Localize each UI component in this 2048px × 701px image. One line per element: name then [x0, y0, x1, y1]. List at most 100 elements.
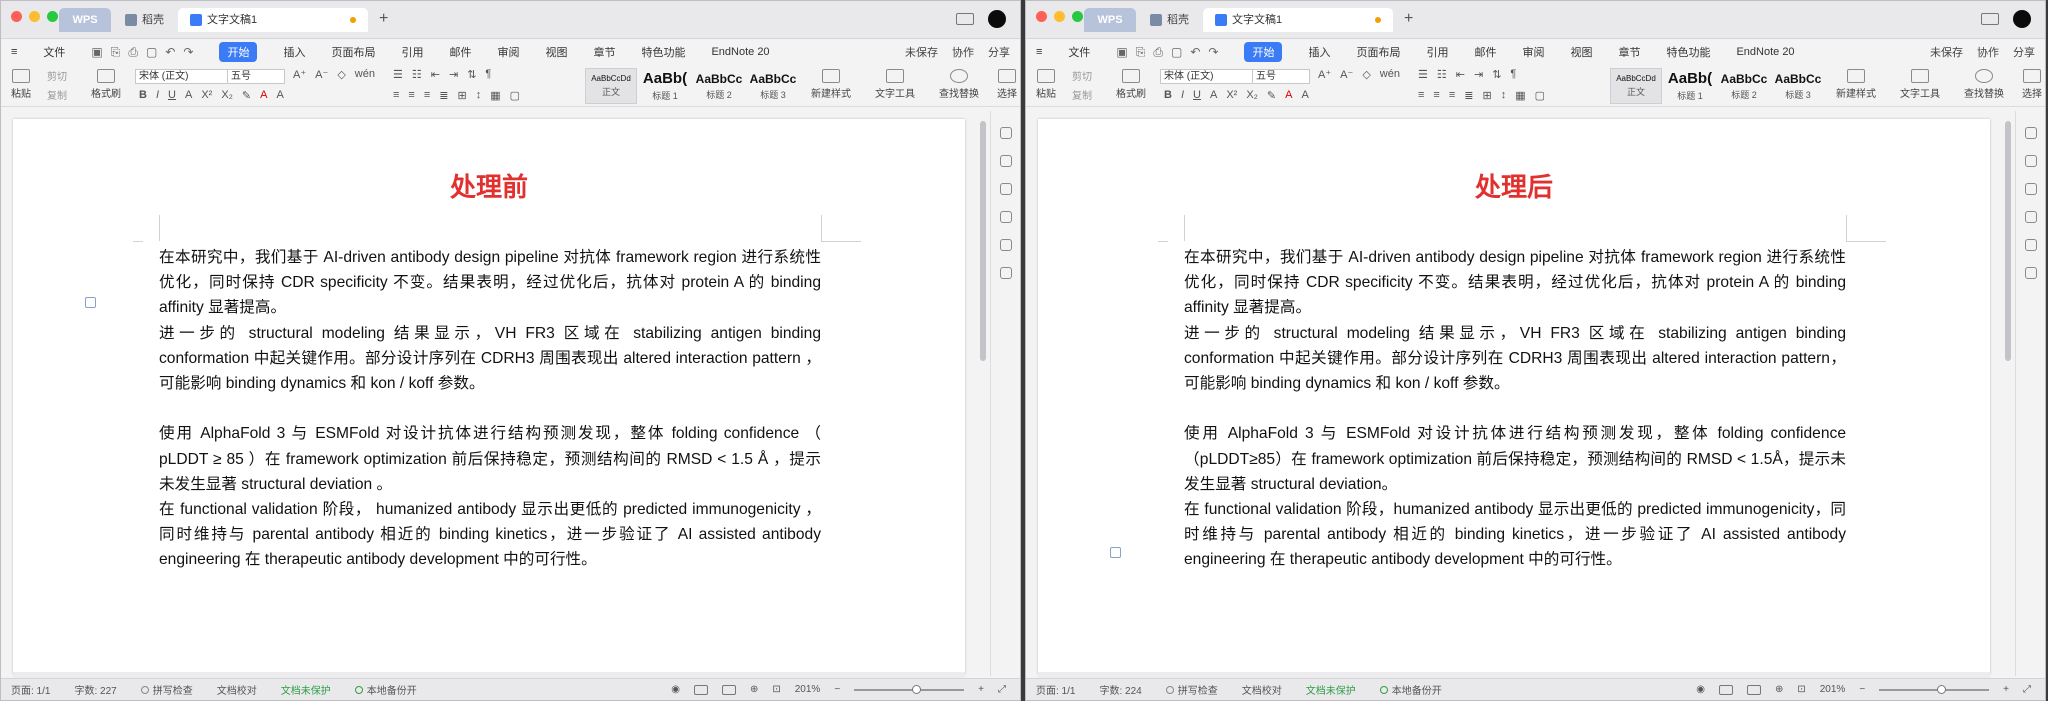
- maximize-window-button[interactable]: [47, 11, 58, 22]
- distribute-icon[interactable]: ⊞: [1482, 89, 1491, 102]
- outline-view-icon[interactable]: [721, 684, 736, 695]
- export-icon[interactable]: ⎘: [1136, 45, 1146, 60]
- strikethrough-icon[interactable]: A: [1210, 89, 1217, 102]
- menu-section[interactable]: 章节: [1618, 44, 1640, 60]
- menu-review[interactable]: 审阅: [497, 44, 519, 60]
- menu-endnote[interactable]: EndNote 20: [711, 46, 769, 58]
- select-button[interactable]: 选择: [2022, 69, 2042, 100]
- line-spacing-icon[interactable]: ↕: [1501, 89, 1507, 102]
- paste-options-icon[interactable]: [1110, 547, 1121, 558]
- eye-protect-icon[interactable]: ◉: [671, 684, 680, 695]
- decrease-indent-icon[interactable]: ⇤: [1456, 68, 1465, 81]
- cut-button[interactable]: 剪切: [47, 68, 67, 83]
- menu-home[interactable]: 开始: [219, 42, 258, 62]
- menu-view[interactable]: 视图: [1570, 44, 1592, 60]
- side-tool-icon[interactable]: [2024, 211, 2037, 223]
- sort-icon[interactable]: ⇅: [1492, 68, 1501, 81]
- menu-view[interactable]: 视图: [545, 44, 567, 60]
- zoom-level[interactable]: 201%: [795, 684, 821, 695]
- menu-page-layout[interactable]: 页面布局: [1356, 44, 1400, 60]
- menu-mailings[interactable]: 邮件: [449, 44, 471, 60]
- align-left-icon[interactable]: ≡: [393, 89, 399, 102]
- sort-icon[interactable]: ⇅: [467, 68, 476, 81]
- save-icon[interactable]: ▣: [91, 45, 102, 60]
- fit-page-icon[interactable]: ⊡: [772, 684, 780, 695]
- distribute-icon[interactable]: ⊞: [457, 89, 466, 102]
- text-tools-button[interactable]: 文字工具: [1900, 69, 1940, 100]
- unsaved-status[interactable]: 未保存: [905, 44, 938, 60]
- side-tool-icon[interactable]: [2024, 183, 2037, 195]
- print-icon[interactable]: ⎙: [1153, 45, 1163, 60]
- menu-file[interactable]: 文件: [43, 44, 65, 60]
- align-center-icon[interactable]: ≡: [1433, 89, 1439, 102]
- collaborate-button[interactable]: 协作: [1977, 44, 1999, 60]
- fit-page-icon[interactable]: ⊡: [1797, 684, 1805, 695]
- highlight-icon[interactable]: ✎: [242, 89, 251, 102]
- tab-daoke[interactable]: 稻壳: [113, 8, 176, 32]
- hamburger-icon[interactable]: ≡: [1036, 46, 1042, 58]
- menu-section[interactable]: 章节: [593, 44, 615, 60]
- clear-format-icon[interactable]: ◇: [1362, 68, 1370, 81]
- menu-features[interactable]: 特色功能: [1666, 44, 1710, 60]
- decrease-indent-icon[interactable]: ⇤: [431, 68, 440, 81]
- zoom-slider[interactable]: [1879, 684, 1990, 694]
- zoom-in-button[interactable]: +: [978, 684, 984, 695]
- document-protection[interactable]: 文档未保护: [281, 682, 331, 697]
- new-tab-button[interactable]: +: [1404, 10, 1413, 28]
- spell-check[interactable]: 拼写检查: [1165, 682, 1218, 697]
- vertical-scrollbar[interactable]: [980, 111, 988, 676]
- scroll-thumb[interactable]: [2005, 121, 2011, 361]
- copy-button[interactable]: 复制: [1072, 87, 1092, 102]
- preview-icon[interactable]: ▢: [1171, 45, 1182, 60]
- zoom-level[interactable]: 201%: [1820, 684, 1846, 695]
- font-color-icon[interactable]: A: [260, 89, 267, 102]
- increase-indent-icon[interactable]: ⇥: [449, 68, 458, 81]
- side-tool-icon[interactable]: [2024, 127, 2037, 139]
- save-icon[interactable]: ▣: [1116, 45, 1127, 60]
- tab-wps[interactable]: WPS: [1084, 8, 1136, 32]
- style-heading-3[interactable]: AaBbCc 标题 3: [1772, 68, 1824, 104]
- eye-protect-icon[interactable]: ◉: [1696, 684, 1705, 695]
- outline-view-icon[interactable]: [1746, 684, 1761, 695]
- word-count[interactable]: 字数: 224: [1099, 682, 1141, 697]
- cut-button[interactable]: 剪切: [1072, 68, 1092, 83]
- text-tools-button[interactable]: 文字工具: [875, 69, 915, 100]
- increase-indent-icon[interactable]: ⇥: [1474, 68, 1483, 81]
- style-heading-2[interactable]: AaBbCc 标题 2: [693, 68, 745, 104]
- local-backup[interactable]: 本地备份开: [354, 682, 417, 697]
- highlight-icon[interactable]: ✎: [1267, 89, 1276, 102]
- redo-icon[interactable]: ↷: [1208, 45, 1218, 60]
- share-button[interactable]: 分享: [988, 44, 1010, 60]
- page-view-icon[interactable]: [1718, 684, 1733, 695]
- spell-check[interactable]: 拼写检查: [140, 682, 193, 697]
- vertical-scrollbar[interactable]: [2005, 111, 2013, 676]
- zoom-slider[interactable]: [854, 684, 965, 694]
- justify-icon[interactable]: ≣: [1464, 89, 1473, 102]
- undo-icon[interactable]: ↶: [1190, 45, 1200, 60]
- style-heading-1[interactable]: AaBb(标题 1: [639, 68, 691, 104]
- menu-page-layout[interactable]: 页面布局: [331, 44, 375, 60]
- style-heading-3[interactable]: AaBbCc 标题 3: [747, 68, 799, 104]
- borders-icon[interactable]: ▢: [510, 89, 520, 102]
- menu-references[interactable]: 引用: [1426, 44, 1448, 60]
- paste-button[interactable]: 粘贴: [11, 69, 31, 100]
- subscript-icon[interactable]: X₂: [1246, 89, 1258, 102]
- close-window-button[interactable]: [11, 11, 22, 22]
- menu-insert[interactable]: 插入: [283, 44, 305, 60]
- phonetic-icon[interactable]: wén: [1380, 68, 1400, 81]
- tab-document[interactable]: 文字文稿1: [178, 8, 368, 32]
- tab-document[interactable]: 文字文稿1: [1203, 8, 1393, 32]
- bold-icon[interactable]: B: [139, 89, 147, 102]
- zoom-slider-knob[interactable]: [912, 684, 922, 694]
- zoom-out-button[interactable]: −: [1859, 684, 1865, 695]
- align-center-icon[interactable]: ≡: [408, 89, 414, 102]
- italic-icon[interactable]: I: [1181, 89, 1184, 102]
- menu-file[interactable]: 文件: [1068, 44, 1090, 60]
- side-tool-icon[interactable]: [2024, 239, 2037, 251]
- copy-button[interactable]: 复制: [47, 87, 67, 102]
- undo-icon[interactable]: ↶: [165, 45, 175, 60]
- redo-icon[interactable]: ↷: [183, 45, 193, 60]
- menu-home[interactable]: 开始: [1244, 42, 1283, 62]
- style-heading-1[interactable]: AaBb(标题 1: [1664, 68, 1716, 104]
- menu-review[interactable]: 审阅: [1522, 44, 1544, 60]
